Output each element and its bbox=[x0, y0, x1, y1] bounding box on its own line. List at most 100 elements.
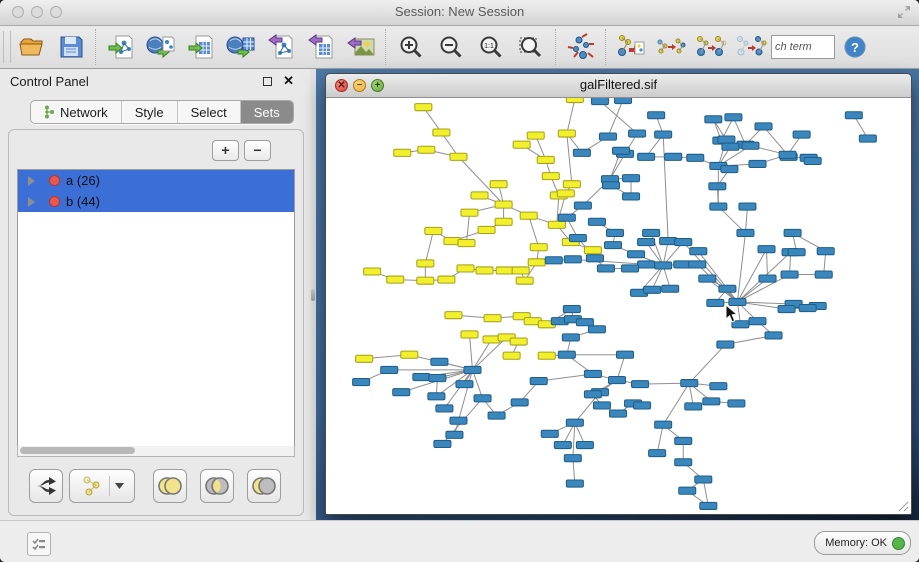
network-node-yellow[interactable] bbox=[490, 181, 507, 188]
network-node-blue[interactable] bbox=[456, 381, 473, 388]
zoom-actual-size-button[interactable]: 1:1 bbox=[471, 28, 511, 66]
network-node-yellow[interactable] bbox=[496, 267, 513, 274]
network-node-yellow[interactable] bbox=[503, 352, 520, 359]
network-node-blue[interactable] bbox=[436, 405, 453, 412]
export-table-button[interactable] bbox=[301, 28, 341, 66]
network-node-blue[interactable] bbox=[679, 487, 696, 494]
network-node-blue[interactable] bbox=[629, 130, 646, 137]
network-node-yellow[interactable] bbox=[557, 190, 574, 197]
network-node-blue[interactable] bbox=[474, 395, 491, 402]
network-node-blue[interactable] bbox=[722, 143, 739, 150]
scrollbar-thumb[interactable] bbox=[20, 447, 135, 454]
network-node-blue[interactable] bbox=[739, 203, 756, 210]
network-node-blue[interactable] bbox=[558, 351, 575, 358]
network-node-blue[interactable] bbox=[759, 275, 776, 282]
network-node-blue[interactable] bbox=[530, 378, 547, 385]
network-node-blue[interactable] bbox=[859, 135, 876, 142]
toolbar-drag-handle[interactable] bbox=[3, 31, 11, 63]
network-node-yellow[interactable] bbox=[512, 267, 529, 274]
network-graph[interactable] bbox=[326, 98, 909, 514]
network-node-blue[interactable] bbox=[703, 398, 720, 405]
network-node-blue[interactable] bbox=[446, 431, 463, 438]
zoom-selected-button[interactable] bbox=[511, 28, 551, 66]
network-node-blue[interactable] bbox=[566, 419, 583, 426]
network-node-blue[interactable] bbox=[628, 251, 645, 258]
network-node-blue[interactable] bbox=[545, 257, 562, 264]
network-node-blue[interactable] bbox=[648, 112, 665, 119]
network-node-blue[interactable] bbox=[612, 147, 629, 154]
network-node-blue[interactable] bbox=[681, 380, 698, 387]
network-node-blue[interactable] bbox=[429, 374, 446, 381]
network-node-blue[interactable] bbox=[649, 450, 666, 457]
network-node-yellow[interactable] bbox=[495, 218, 512, 225]
network-node-yellow[interactable] bbox=[483, 336, 500, 343]
network-node-yellow[interactable] bbox=[450, 153, 467, 160]
network-node-blue[interactable] bbox=[564, 256, 581, 263]
float-panel-icon[interactable] bbox=[263, 77, 272, 86]
network-node-blue[interactable] bbox=[464, 366, 481, 373]
network-node-blue[interactable] bbox=[685, 403, 702, 410]
network-node-yellow[interactable] bbox=[548, 221, 565, 228]
import-network-file-button[interactable] bbox=[101, 28, 141, 66]
network-node-blue[interactable] bbox=[721, 165, 738, 172]
network-node-blue[interactable] bbox=[576, 319, 593, 326]
window-titlebar[interactable]: Session: New Session bbox=[0, 0, 919, 26]
union-sets-button[interactable] bbox=[153, 469, 187, 503]
tab-select[interactable]: Select bbox=[178, 101, 241, 123]
network-node-blue[interactable] bbox=[604, 242, 621, 249]
network-node-blue[interactable] bbox=[638, 239, 655, 246]
network-node-blue[interactable] bbox=[622, 265, 639, 272]
network-node-blue[interactable] bbox=[779, 151, 796, 158]
network-node-blue[interactable] bbox=[793, 131, 810, 138]
deselect-nodes-button[interactable] bbox=[731, 28, 771, 66]
network-node-blue[interactable] bbox=[593, 402, 610, 409]
network-node-blue[interactable] bbox=[689, 261, 706, 268]
network-node-blue[interactable] bbox=[655, 262, 672, 269]
export-image-button[interactable] bbox=[341, 28, 381, 66]
network-node-blue[interactable] bbox=[665, 153, 682, 160]
open-session-button[interactable] bbox=[11, 28, 51, 66]
network-node-yellow[interactable] bbox=[478, 226, 495, 233]
import-table-file-button[interactable] bbox=[181, 28, 221, 66]
network-node-blue[interactable] bbox=[765, 332, 782, 339]
create-set-from-network-button[interactable] bbox=[69, 469, 135, 503]
network-node-blue[interactable] bbox=[690, 248, 707, 255]
network-node-blue[interactable] bbox=[638, 261, 655, 268]
network-view-window[interactable]: ✕ − + galFiltered.sif bbox=[325, 73, 912, 515]
network-node-blue[interactable] bbox=[758, 246, 775, 253]
search-input[interactable] bbox=[771, 35, 835, 59]
network-node-blue[interactable] bbox=[695, 476, 712, 483]
network-node-yellow[interactable] bbox=[527, 132, 544, 139]
network-node-blue[interactable] bbox=[655, 421, 672, 428]
network-node-blue[interactable] bbox=[623, 175, 640, 182]
task-history-button[interactable] bbox=[27, 532, 51, 556]
difference-sets-button[interactable] bbox=[247, 469, 281, 503]
network-node-yellow[interactable] bbox=[461, 331, 478, 338]
network-node-blue[interactable] bbox=[705, 116, 722, 123]
network-node-blue[interactable] bbox=[675, 437, 692, 444]
add-set-button[interactable]: + bbox=[212, 140, 239, 161]
tab-network[interactable]: Network bbox=[31, 101, 122, 123]
apply-layout-button[interactable] bbox=[561, 28, 601, 66]
network-node-blue[interactable] bbox=[564, 455, 581, 462]
network-node-yellow[interactable] bbox=[516, 277, 533, 284]
splitter-handle[interactable] bbox=[311, 289, 315, 301]
network-node-blue[interactable] bbox=[662, 285, 679, 292]
network-node-blue[interactable] bbox=[431, 358, 448, 365]
network-node-yellow[interactable] bbox=[471, 192, 488, 199]
network-node-blue[interactable] bbox=[742, 142, 759, 149]
network-node-blue[interactable] bbox=[817, 248, 834, 255]
network-node-blue[interactable] bbox=[717, 341, 734, 348]
network-node-yellow[interactable] bbox=[457, 265, 474, 272]
network-node-blue[interactable] bbox=[781, 271, 798, 278]
intersection-sets-button[interactable] bbox=[200, 469, 234, 503]
network-node-blue[interactable] bbox=[728, 400, 745, 407]
network-node-blue[interactable] bbox=[707, 299, 724, 306]
network-node-blue[interactable] bbox=[725, 114, 742, 121]
network-node-yellow[interactable] bbox=[566, 98, 583, 103]
network-node-yellow[interactable] bbox=[563, 181, 580, 188]
network-node-yellow[interactable] bbox=[542, 173, 559, 180]
network-node-blue[interactable] bbox=[614, 98, 631, 104]
network-node-blue[interactable] bbox=[632, 381, 649, 388]
split-sets-button[interactable] bbox=[29, 469, 63, 503]
